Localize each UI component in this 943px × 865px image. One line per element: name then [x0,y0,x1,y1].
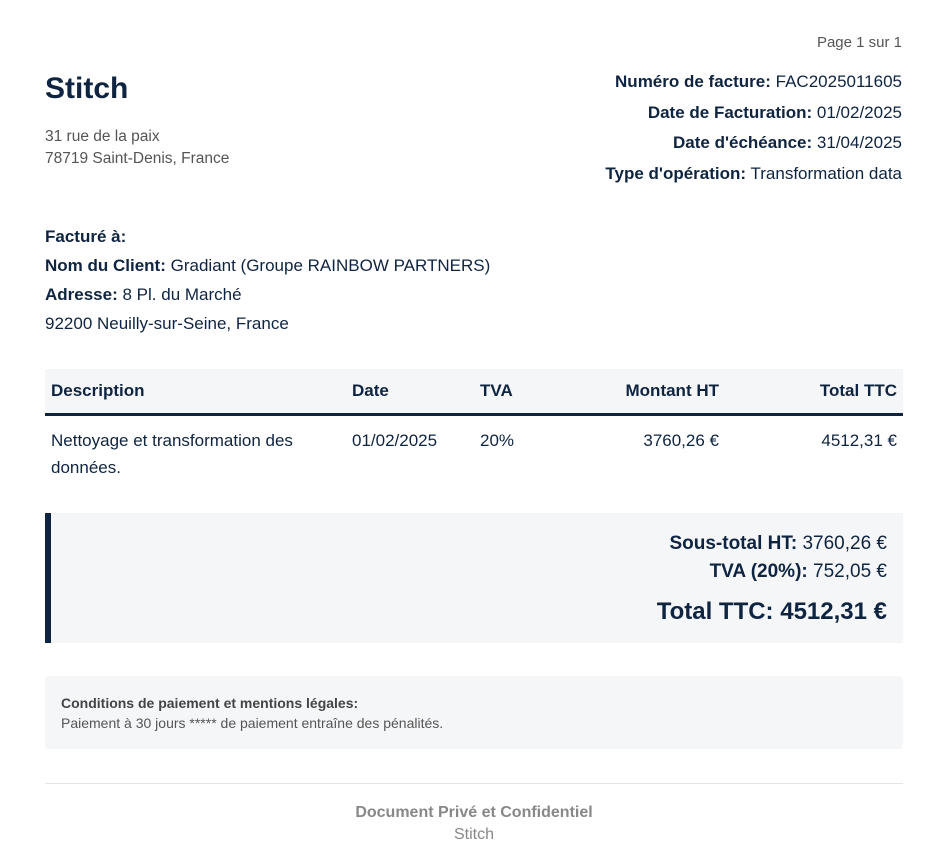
invoice-number-row: Numéro de facture: FAC2025011605 [605,70,902,101]
subtotal-line: Sous-total HT: 3760,26 € [657,530,887,558]
page-number: Page 1 sur 1 [816,34,902,51]
column-header-tva: TVA [474,369,566,416]
client-address-value: 8 Pl. du Marché [122,285,242,304]
totals-summary: Sous-total HT: 3760,26 € TVA (20%): 752,… [657,530,887,626]
company-address: 31 rue de la paix 78719 Saint-Denis, Fra… [45,126,229,170]
footer-title: Document Privé et Confidentiel [355,804,593,821]
invoice-due-row: Date d'échéance: 31/04/2025 [605,131,902,162]
invoice-number-value: FAC2025011605 [775,72,902,91]
column-header-total-ttc: Total TTC [725,369,903,416]
bill-to-section: Facturé à: Nom du Client: Gradiant (Grou… [45,226,490,342]
invoice-date-label: Date de Facturation: [647,102,813,122]
footer-subtitle: Stitch [453,826,494,843]
company-address-line2: 78719 Saint-Denis, France [45,150,230,167]
client-address-line2: 92200 Neuilly-sur-Seine, France [45,314,289,333]
conditions-title: Conditions de paiement et mentions légal… [61,695,359,711]
company-address-line1: 31 rue de la paix [45,128,160,145]
cell-tva: 20% [480,431,515,450]
invoice-due-value: 31/04/2025 [816,133,902,152]
tva-value: 752,05 € [813,561,887,582]
invoice-meta: Numéro de facture: FAC2025011605 Date de… [605,70,902,192]
bill-to-heading-row: Facturé à: [45,226,490,255]
client-address-row: Adresse: 8 Pl. du Marché [45,284,490,313]
bill-to-heading: Facturé à: [45,227,127,246]
company-name: Stitch [45,72,129,105]
column-header-date: Date [346,369,474,416]
tva-line: TVA (20%): 752,05 € [657,558,887,586]
table-header-row: Description Date TVA Montant HT Total TT… [45,369,903,416]
subtotal-label: Sous-total HT: [669,533,798,554]
invoice-operation-row: Type d'opération: Transformation data [605,162,902,193]
column-header-description: Description [45,369,346,416]
grand-total-line: Total TTC: 4512,31 € [657,598,887,626]
grand-total-value: 4512,31 € [780,598,887,625]
invoice-number-label: Numéro de facture: [615,72,771,91]
cell-montant-ht: 3760,26 € [643,431,719,450]
subtotal-value: 3760,26 € [802,533,887,554]
payment-conditions: Conditions de paiement et mentions légal… [45,676,903,749]
client-name-label: Nom du Client: [45,256,166,275]
table-row: Nettoyage et transformation des données.… [45,415,903,490]
invoice-operation-value: Transformation data [750,163,903,183]
client-name-value: Gradiant (Groupe RAINBOW PARTNERS) [170,256,491,275]
invoice-due-label: Date d'échéance: [673,133,813,152]
totals-box: Sous-total HT: 3760,26 € TVA (20%): 752,… [45,513,903,643]
cell-description: Nettoyage et transformation des données. [51,431,293,477]
invoice-operation-label: Type d'opération: [605,163,747,183]
tva-label: TVA (20%): [709,561,808,582]
conditions-text: Paiement à 30 jours ***** de paiement en… [61,715,444,731]
invoice-items-table: Description Date TVA Montant HT Total TT… [45,369,903,489]
client-name-row: Nom du Client: Gradiant (Groupe RAINBOW … [45,255,490,284]
grand-total-label: Total TTC: [656,598,774,625]
invoice-date-value: 01/02/2025 [816,102,902,122]
client-address-label: Adresse: [45,285,118,304]
cell-date: 01/02/2025 [352,431,438,450]
cell-total-ttc: 4512,31 € [821,431,897,450]
invoice-date-row: Date de Facturation: 01/02/2025 [605,101,902,132]
footer: Document Privé et Confidentiel Stitch [45,802,903,846]
column-header-montant-ht: Montant HT [566,369,725,416]
footer-divider [45,783,903,784]
